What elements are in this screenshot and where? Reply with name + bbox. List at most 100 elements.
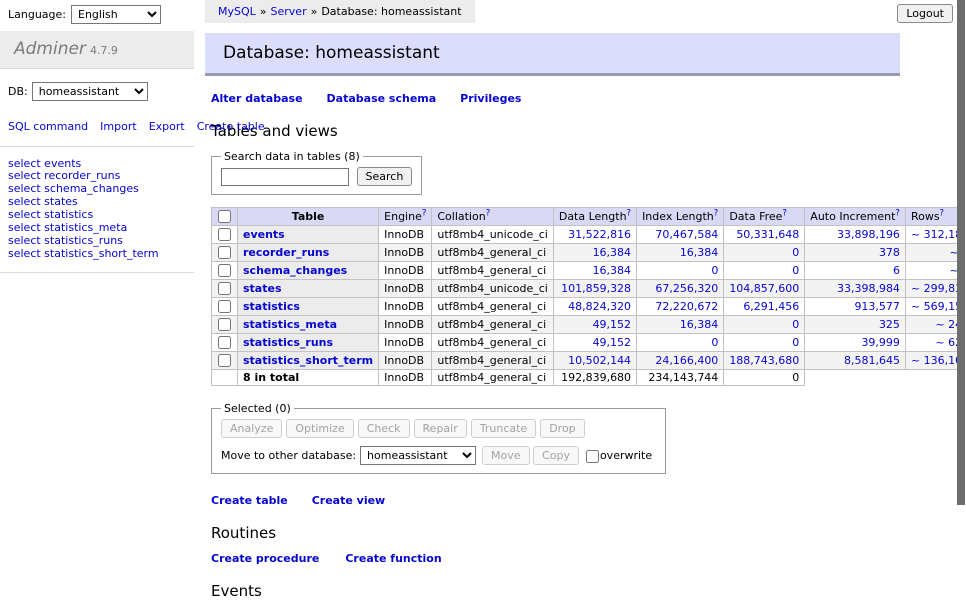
sidebar-link-create-table[interactable]: Create table	[197, 120, 265, 133]
help-link[interactable]: ?	[782, 208, 787, 218]
index-length-link[interactable]: 0	[711, 264, 718, 277]
truncate-button[interactable]: Truncate	[471, 419, 536, 438]
collation-cell: utf8mb4_general_ci	[432, 244, 553, 262]
help-link[interactable]: ?	[486, 208, 491, 218]
auto-increment-link[interactable]: 378	[879, 246, 900, 259]
row-checkbox[interactable]	[218, 246, 231, 259]
logout-button[interactable]: Logout	[897, 4, 953, 23]
index-length-link[interactable]: 72,220,672	[655, 300, 718, 313]
table-name-link[interactable]: states	[243, 282, 282, 295]
row-checkbox[interactable]	[218, 354, 231, 367]
data-length-link[interactable]: 16,384	[593, 246, 632, 259]
repair-button[interactable]: Repair	[414, 419, 467, 438]
auto-increment-link[interactable]: 8,581,645	[844, 354, 900, 367]
index-length-link[interactable]: 16,384	[680, 318, 719, 331]
data-length-link[interactable]: 49,152	[593, 318, 632, 331]
auto-increment-link[interactable]: 913,577	[854, 300, 900, 313]
index-length-link[interactable]: 70,467,584	[655, 228, 718, 241]
auto-increment-cell: 913,577	[805, 298, 906, 316]
table-name-link[interactable]: events	[243, 228, 285, 241]
row-checkbox[interactable]	[218, 282, 231, 295]
move-db-label: Move to other database:	[221, 449, 356, 462]
data-free-link[interactable]: 0	[792, 318, 799, 331]
sidebar-link-import[interactable]: Import	[100, 120, 137, 133]
index-length-link[interactable]: 0	[711, 336, 718, 349]
totals-engine-cell: InnoDB	[379, 370, 432, 386]
action-link-alter-database[interactable]: Alter database	[211, 92, 303, 105]
scrollbar-track[interactable]	[957, 0, 966, 543]
data-free-link[interactable]: 50,331,648	[736, 228, 799, 241]
adminer-version: 4.7.9	[90, 44, 118, 57]
index-length-link[interactable]: 16,384	[680, 246, 719, 259]
table-name-link[interactable]: statistics_runs	[243, 336, 333, 349]
row-checkbox[interactable]	[218, 264, 231, 277]
table-name-link[interactable]: statistics_short_term	[243, 354, 373, 367]
data-length-cell: 101,859,328	[553, 280, 636, 298]
data-length-link[interactable]: 49,152	[593, 336, 632, 349]
copy-button[interactable]: Copy	[533, 446, 579, 465]
optimize-button[interactable]: Optimize	[286, 419, 353, 438]
link-create-view[interactable]: Create view	[312, 494, 386, 507]
data-free-link[interactable]: 0	[792, 336, 799, 349]
tables-overview-table: TableEngine?Collation?Data Length?Index …	[211, 207, 966, 386]
help-link[interactable]: ?	[422, 208, 427, 218]
table-name-link[interactable]: statistics	[243, 300, 300, 313]
sidebar-link-sql-command[interactable]: SQL command	[8, 120, 88, 133]
data-free-link[interactable]: 6,291,456	[743, 300, 799, 313]
action-link-database-schema[interactable]: Database schema	[327, 92, 437, 105]
auto-increment-link[interactable]: 33,898,196	[837, 228, 900, 241]
help-link[interactable]: ?	[627, 208, 632, 218]
auto-increment-link[interactable]: 39,999	[861, 336, 900, 349]
help-link[interactable]: ?	[940, 208, 945, 218]
data-length-link[interactable]: 48,824,320	[568, 300, 631, 313]
help-link[interactable]: ?	[895, 208, 900, 218]
table-name-link[interactable]: statistics_meta	[243, 318, 337, 331]
table-name-link[interactable]: recorder_runs	[243, 246, 329, 259]
move-db-select[interactable]: homeassistant	[360, 446, 476, 465]
auto-increment-link[interactable]: 6	[893, 264, 900, 277]
sidebar-select-statistics-short-term[interactable]: select statistics_short_term	[8, 248, 186, 261]
help-link[interactable]: ?	[714, 208, 719, 218]
help-sup: ?	[422, 208, 427, 218]
search-input[interactable]	[221, 168, 349, 186]
sidebar-link-export[interactable]: Export	[149, 120, 185, 133]
data-length-link[interactable]: 10,502,144	[568, 354, 631, 367]
collation-cell: utf8mb4_general_ci	[432, 352, 553, 370]
link-create-procedure[interactable]: Create procedure	[211, 552, 319, 565]
data-free-link[interactable]: 104,857,600	[729, 282, 799, 295]
adminer-logo[interactable]: Adminer	[14, 39, 86, 59]
row-checkbox[interactable]	[218, 300, 231, 313]
action-link-privileges[interactable]: Privileges	[460, 92, 521, 105]
analyze-button[interactable]: Analyze	[221, 419, 282, 438]
row-checkbox[interactable]	[218, 318, 231, 331]
auto-increment-link[interactable]: 33,398,984	[837, 282, 900, 295]
data-free-link[interactable]: 0	[792, 264, 799, 277]
check-button[interactable]: Check	[358, 419, 410, 438]
data-length-link[interactable]: 101,859,328	[561, 282, 631, 295]
index-length-link[interactable]: 67,256,320	[655, 282, 718, 295]
sidebar: Adminer4.7.9 DB:homeassistant SQL comman…	[0, 0, 194, 282]
breadcrumb-link[interactable]: MySQL	[218, 5, 256, 18]
move-button[interactable]: Move	[482, 446, 530, 465]
auto-increment-link[interactable]: 325	[879, 318, 900, 331]
sidebar-action-links: SQL commandImportExportCreate table	[0, 114, 194, 135]
data-length-link[interactable]: 16,384	[593, 264, 632, 277]
scrollbar-thumb[interactable]	[957, 0, 965, 505]
data-free-link[interactable]: 188,743,680	[729, 354, 799, 367]
data-free-link[interactable]: 0	[792, 246, 799, 259]
breadcrumb-link[interactable]: Server	[271, 5, 307, 18]
drop-button[interactable]: Drop	[540, 419, 584, 438]
breadcrumb-separator: »	[260, 5, 267, 18]
link-create-function[interactable]: Create function	[345, 552, 441, 565]
db-select[interactable]: homeassistant	[32, 82, 148, 101]
search-button[interactable]: Search	[357, 167, 413, 186]
link-create-table[interactable]: Create table	[211, 494, 288, 507]
data-length-link[interactable]: 31,522,816	[568, 228, 631, 241]
index-length-link[interactable]: 24,166,400	[655, 354, 718, 367]
table-name-link[interactable]: schema_changes	[243, 264, 347, 277]
row-checkbox[interactable]	[218, 228, 231, 241]
row-checkbox[interactable]	[218, 336, 231, 349]
overwrite-checkbox[interactable]	[586, 450, 599, 463]
overwrite-label[interactable]: overwrite	[600, 449, 652, 462]
select-all-checkbox[interactable]	[218, 210, 231, 223]
